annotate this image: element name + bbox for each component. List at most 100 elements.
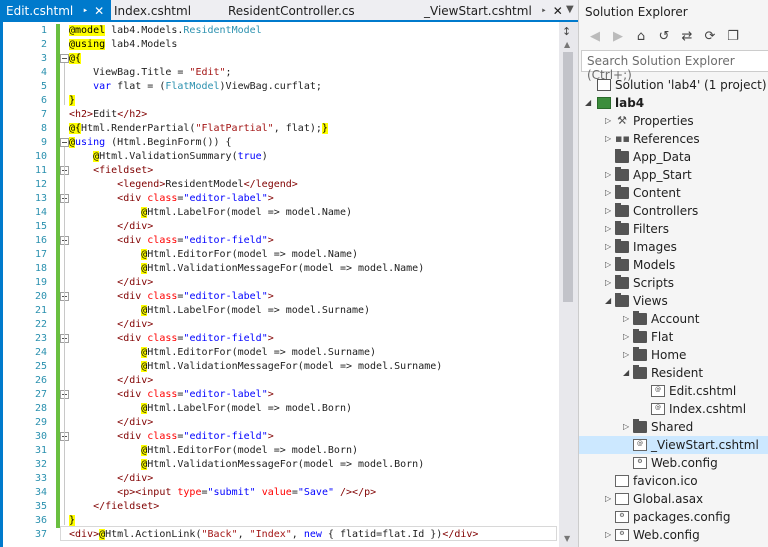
home-icon[interactable]: ⌂ — [633, 29, 649, 44]
code-line[interactable]: <div class="editor-field"> — [69, 430, 274, 444]
code-line[interactable]: } — [69, 94, 76, 108]
tree-node-packages-config[interactable]: ⚙ packages.config — [579, 508, 768, 526]
code-editor[interactable]: 1 2 3 4 5 6 7 8 9 10 11 12 13 14 15 16 17 18 19 20 21 22 23 24 2… — [0, 22, 578, 547]
tree-node-properties[interactable]: ▷ ⚒ Properties — [579, 112, 768, 130]
tree-node-index-cshtml[interactable]: @ Index.cshtml — [579, 400, 768, 418]
collapsed-arrow-icon[interactable]: ▷ — [623, 418, 629, 436]
sync-icon[interactable]: ⇄ — [679, 29, 695, 44]
tree-node-models[interactable]: ▷ Models — [579, 256, 768, 274]
tab-index-cshtml[interactable]: Index.cshtml — [114, 0, 191, 22]
vertical-scrollbar[interactable]: ↕ ▲ ▼ — [559, 22, 578, 547]
collapsed-arrow-icon[interactable]: ▷ — [605, 526, 611, 544]
close-icon[interactable]: ✕ — [94, 4, 104, 18]
code-line[interactable]: <div class="editor-field"> — [69, 332, 274, 346]
code-line[interactable]: <h2>Edit</h2> — [69, 108, 147, 122]
tree-node-favicon-ico[interactable]: favicon.ico — [579, 472, 768, 490]
close-icon[interactable]: ✕ — [553, 4, 563, 18]
expanded-arrow-icon[interactable]: ◢ — [623, 364, 629, 382]
collapsed-arrow-icon[interactable]: ▷ — [605, 220, 611, 238]
tree-node-global-asax[interactable]: ▷ Global.asax — [579, 490, 768, 508]
code-line[interactable]: </div> — [69, 276, 153, 290]
solution-explorer-search-input[interactable]: Search Solution Explorer (Ctrl+;) — [581, 50, 768, 82]
code-line[interactable]: </fieldset> — [69, 500, 159, 514]
back-icon[interactable]: ◀ — [587, 29, 603, 44]
collapsed-arrow-icon[interactable]: ▷ — [605, 202, 611, 220]
code-line[interactable]: @Html.EditorFor(model => model.Surname) — [69, 346, 376, 360]
pin-icon[interactable]: ‣ — [82, 6, 88, 17]
code-line[interactable]: ViewBag.Title = "Edit"; — [69, 66, 232, 80]
code-line[interactable]: </div> — [69, 318, 153, 332]
tree-node-flat[interactable]: ▷ Flat — [579, 328, 768, 346]
expanded-arrow-icon[interactable]: ◢ — [605, 292, 611, 310]
code-line[interactable]: <div class="editor-label"> — [69, 192, 274, 206]
code-line[interactable]: @Html.LabelFor(model => model.Name) — [69, 206, 352, 220]
code-line[interactable]: @Html.ValidationMessageFor(model => mode… — [69, 360, 442, 374]
code-line[interactable]: @Html.LabelFor(model => model.Born) — [69, 402, 352, 416]
collapsed-arrow-icon[interactable]: ▷ — [605, 130, 611, 148]
pending-changes-icon[interactable]: ↺ — [656, 29, 672, 44]
tree-node-views[interactable]: ◢ Views — [579, 292, 768, 310]
split-view-icon[interactable]: ↕ — [562, 25, 571, 38]
tree-node-web-config[interactable]: ⚙ Web.config — [579, 454, 768, 472]
refresh-icon[interactable]: ⟳ — [702, 29, 718, 44]
tab-residentcontroller-cs[interactable]: ResidentController.cs — [228, 0, 355, 22]
scroll-up-icon[interactable]: ▲ — [564, 40, 570, 49]
code-line[interactable]: @{Html.RenderPartial("FlatPartial", flat… — [69, 122, 328, 136]
tree-node-filters[interactable]: ▷ Filters — [579, 220, 768, 238]
code-line[interactable]: @Html.EditorFor(model => model.Name) — [69, 248, 358, 262]
code-line[interactable]: @Html.LabelFor(model => model.Surname) — [69, 304, 370, 318]
tree-node-app-start[interactable]: ▷ App_Start — [579, 166, 768, 184]
collapsed-arrow-icon[interactable]: ▷ — [623, 328, 629, 346]
scrollbar-thumb[interactable] — [563, 52, 573, 302]
tree-node-images[interactable]: ▷ Images — [579, 238, 768, 256]
collapsed-arrow-icon[interactable]: ▷ — [605, 238, 611, 256]
tree-node-scripts[interactable]: ▷ Scripts — [579, 274, 768, 292]
code-line[interactable]: @Html.ValidationMessageFor(model => mode… — [69, 458, 424, 472]
tree-node-lab4[interactable]: ◢ lab4 — [579, 94, 768, 112]
expanded-arrow-icon[interactable]: ◢ — [585, 94, 591, 112]
code-line[interactable]: @Html.EditorFor(model => model.Born) — [69, 444, 358, 458]
code-line[interactable]: </div> — [69, 416, 153, 430]
tab-list-dropdown-icon[interactable]: ▼ — [566, 4, 574, 15]
collapse-all-icon[interactable]: ❐ — [725, 29, 741, 44]
code-line[interactable]: @using lab4.Models — [69, 38, 177, 52]
code-line[interactable]: </div> — [69, 220, 153, 234]
tree-node-solution-lab4-1-project[interactable]: Solution 'lab4' (1 project) — [579, 76, 768, 94]
collapse-region-icon[interactable] — [60, 138, 69, 147]
code-line[interactable]: @using (Html.BeginForm()) { — [69, 136, 232, 150]
pin-icon[interactable]: ‣ — [541, 6, 547, 17]
code-line[interactable]: </div> — [69, 472, 153, 486]
collapsed-arrow-icon[interactable]: ▷ — [623, 346, 629, 364]
tree-node-controllers[interactable]: ▷ Controllers — [579, 202, 768, 220]
collapsed-arrow-icon[interactable]: ▷ — [605, 166, 611, 184]
collapsed-arrow-icon[interactable]: ▷ — [623, 310, 629, 328]
forward-icon[interactable]: ▶ — [610, 29, 626, 44]
tree-node-shared[interactable]: ▷ Shared — [579, 418, 768, 436]
tree-node-references[interactable]: ▷ ▪▪ References — [579, 130, 768, 148]
code-line[interactable]: <div class="editor-label"> — [69, 290, 274, 304]
tree-node-account[interactable]: ▷ Account — [579, 310, 768, 328]
collapsed-arrow-icon[interactable]: ▷ — [605, 490, 611, 508]
scroll-down-icon[interactable]: ▼ — [564, 534, 570, 543]
code-line[interactable]: var flat = (FlatModel)ViewBag.curflat; — [69, 80, 322, 94]
code-line[interactable]: <legend>ResidentModel</legend> — [69, 178, 298, 192]
tab-edit-cshtml[interactable]: Edit.cshtml ‣ ✕ — [0, 0, 111, 22]
collapsed-arrow-icon[interactable]: ▷ — [605, 184, 611, 202]
tree-node-content[interactable]: ▷ Content — [579, 184, 768, 202]
code-line[interactable]: <p><input type="submit" value="Save" /><… — [69, 486, 376, 500]
code-line[interactable]: <div class="editor-field"> — [69, 234, 274, 248]
collapsed-arrow-icon[interactable]: ▷ — [605, 112, 611, 130]
code-line[interactable]: <fieldset> — [69, 164, 153, 178]
tree-node-viewstart-cshtml[interactable]: @ _ViewStart.cshtml — [579, 436, 768, 454]
tree-node-edit-cshtml[interactable]: @ Edit.cshtml — [579, 382, 768, 400]
tree-node-web-config[interactable]: ▷ ⚙ Web.config — [579, 526, 768, 544]
tree-node-home[interactable]: ▷ Home — [579, 346, 768, 364]
code-line[interactable]: @Html.ValidationMessageFor(model => mode… — [69, 262, 424, 276]
code-line[interactable]: @Html.ValidationSummary(true) — [69, 150, 268, 164]
collapsed-arrow-icon[interactable]: ▷ — [605, 274, 611, 292]
collapse-region-icon[interactable] — [60, 54, 69, 63]
tab-viewstart-cshtml[interactable]: _ViewStart.cshtml ‣ ✕ — [424, 0, 563, 22]
code-line[interactable]: @{ — [69, 52, 82, 66]
code-line[interactable]: </div> — [69, 374, 153, 388]
collapsed-arrow-icon[interactable]: ▷ — [605, 256, 611, 274]
